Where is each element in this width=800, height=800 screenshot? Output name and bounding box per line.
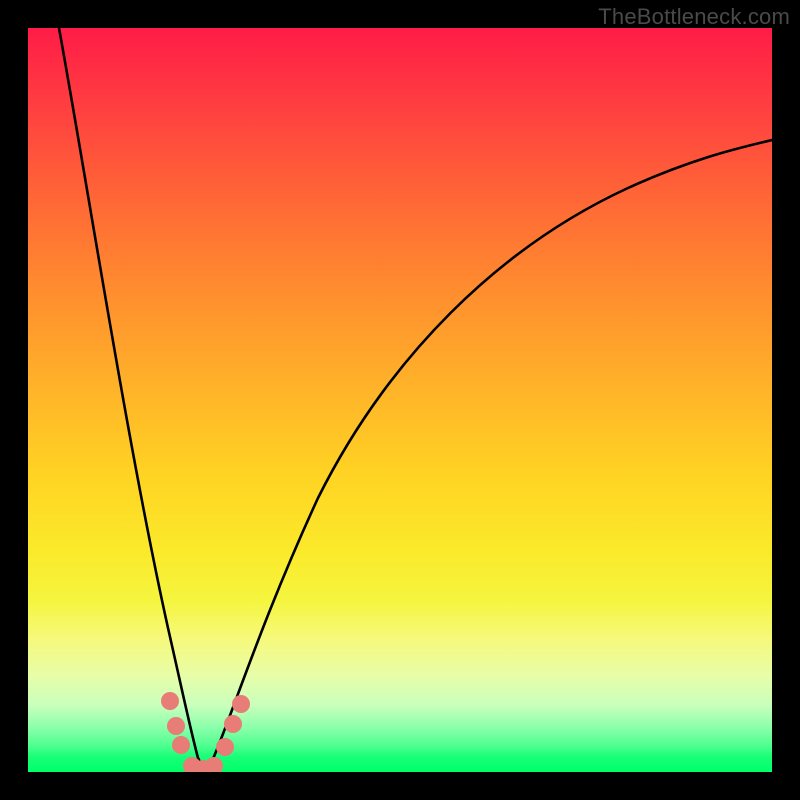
bottleneck-curve bbox=[28, 28, 772, 772]
marker-dots bbox=[161, 692, 250, 772]
chart-frame: TheBottleneck.com bbox=[0, 0, 800, 800]
plot-area bbox=[28, 28, 772, 772]
watermark-text: TheBottleneck.com bbox=[598, 4, 790, 30]
